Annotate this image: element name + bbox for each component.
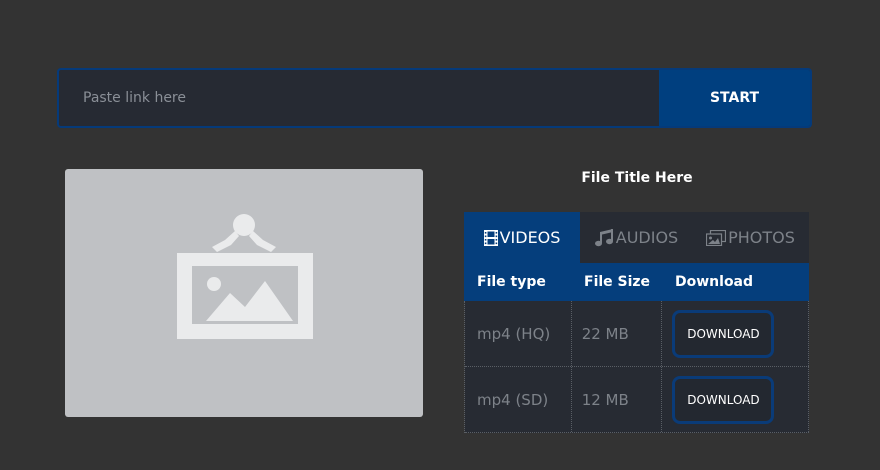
- file-title: File Title Here: [581, 170, 693, 186]
- file-size-cell: 12 MB: [572, 367, 663, 432]
- tab-videos[interactable]: VIDEOS: [464, 212, 580, 263]
- header-download: Download: [675, 274, 754, 290]
- media-tabs: VIDEOS AUDIOS PHOTOS: [464, 212, 809, 263]
- file-size-cell: 22 MB: [572, 301, 663, 366]
- film-icon: [483, 229, 498, 246]
- download-button-sd[interactable]: DOWNLOAD: [672, 375, 775, 424]
- download-cell: DOWNLOAD: [662, 367, 809, 432]
- start-button[interactable]: START: [659, 70, 810, 126]
- file-type-cell: mp4 (SD): [465, 367, 572, 432]
- image-placeholder-icon: [177, 214, 313, 339]
- music-note-icon: [594, 228, 613, 246]
- header-file-type: File type: [477, 274, 546, 290]
- header-file-size: File Size: [584, 274, 651, 290]
- tab-videos-label: VIDEOS: [499, 228, 561, 247]
- download-panel: VIDEOS AUDIOS PHOTOS File type File Size…: [464, 212, 809, 433]
- table-body: mp4 (HQ) 22 MB DOWNLOAD mp4 (SD) 12 MB D…: [464, 301, 809, 433]
- download-button-hq[interactable]: DOWNLOAD: [672, 309, 775, 358]
- tab-photos[interactable]: PHOTOS: [692, 212, 809, 263]
- tab-photos-label: PHOTOS: [728, 228, 795, 247]
- download-cell: DOWNLOAD: [662, 301, 809, 366]
- tab-audios[interactable]: AUDIOS: [580, 212, 692, 263]
- link-input[interactable]: [59, 70, 659, 126]
- photos-icon: [706, 229, 727, 246]
- table-row: mp4 (SD) 12 MB DOWNLOAD: [465, 367, 809, 433]
- thumbnail-placeholder: [65, 169, 423, 417]
- file-type-cell: mp4 (HQ): [465, 301, 572, 366]
- table-row: mp4 (HQ) 22 MB DOWNLOAD: [465, 301, 809, 367]
- tab-audios-label: AUDIOS: [615, 228, 679, 247]
- table-header: File type File Size Download: [464, 263, 809, 301]
- link-search-bar: START: [57, 68, 812, 128]
